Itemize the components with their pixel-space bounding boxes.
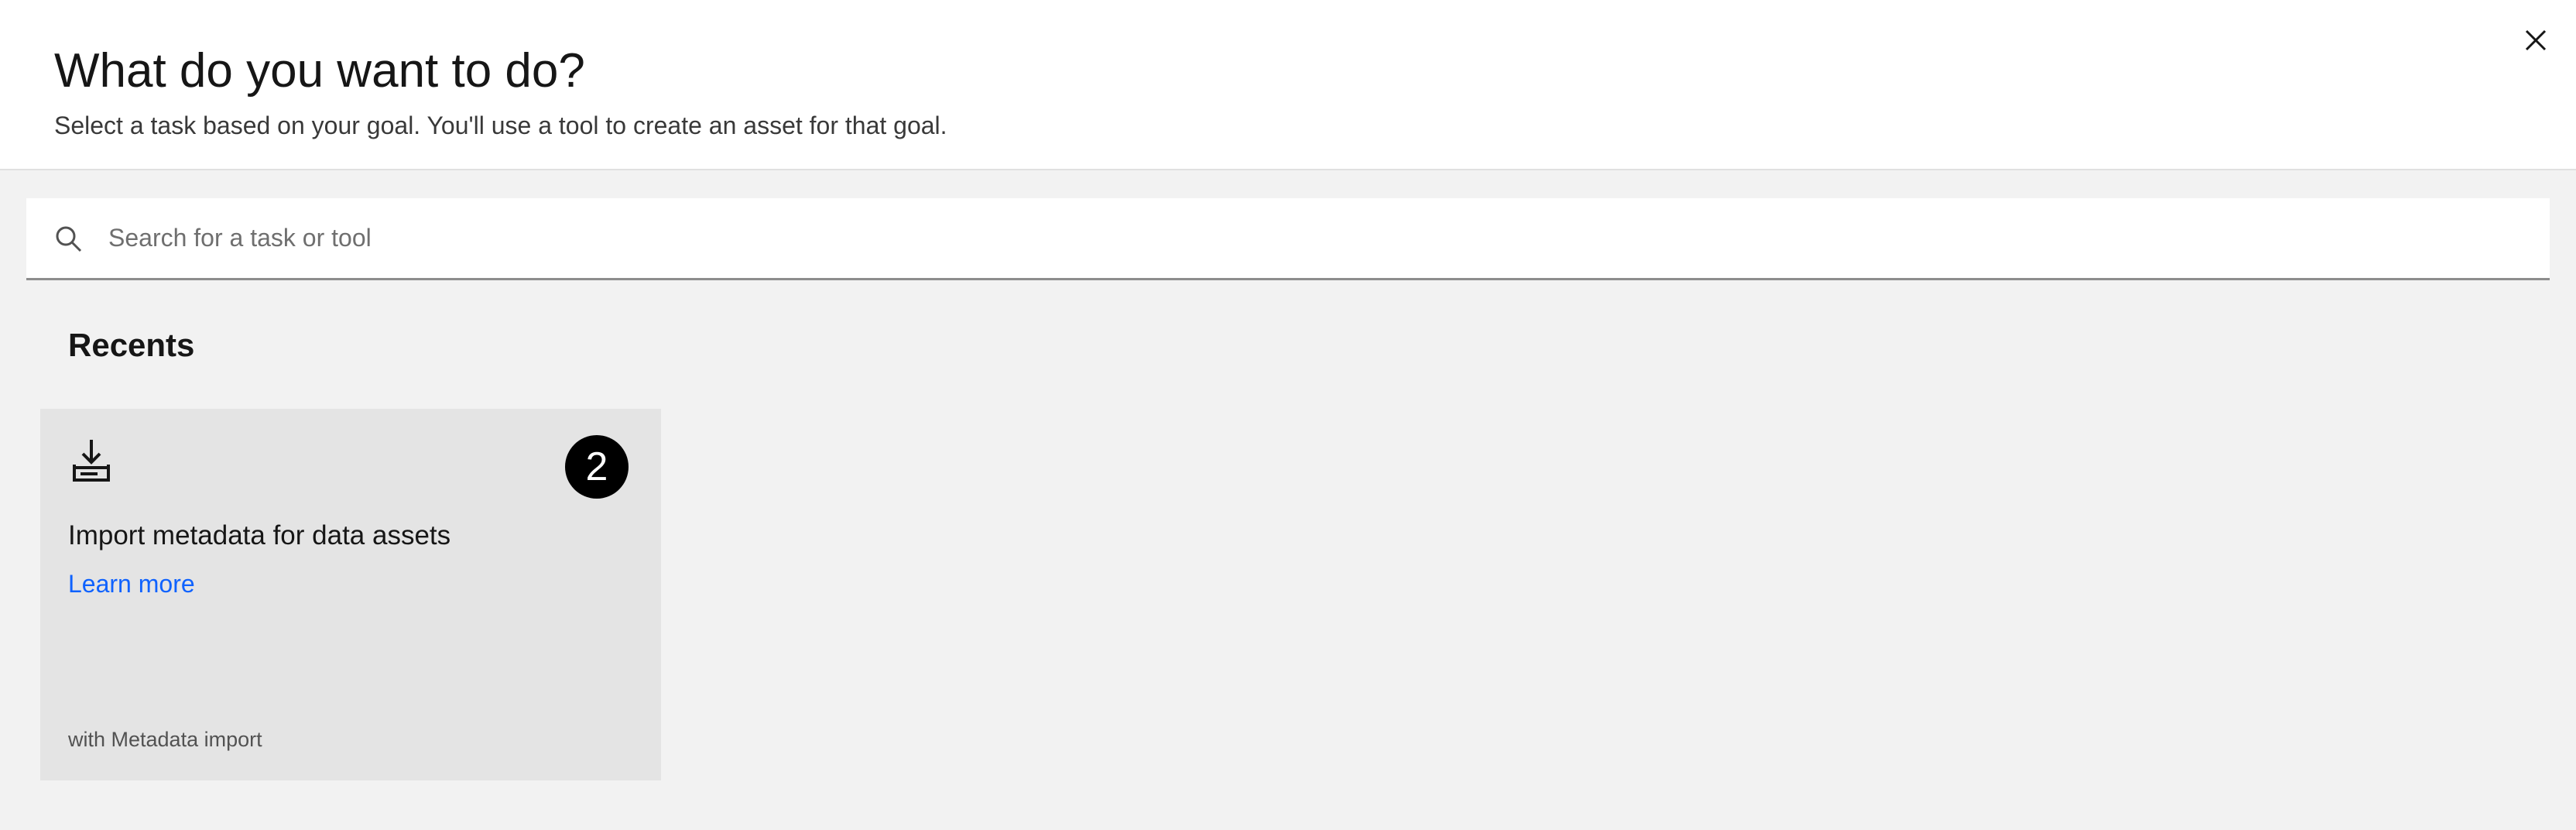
close-button[interactable]: [2517, 22, 2554, 59]
task-tile-import-metadata[interactable]: 2 Import metadata for data assets Learn …: [40, 409, 661, 780]
modal-header: What do you want to do? Select a task ba…: [0, 0, 2576, 170]
search-input[interactable]: [108, 198, 2531, 278]
download-icon: [73, 440, 110, 482]
page-title: What do you want to do?: [54, 44, 585, 98]
count-badge: 2: [565, 435, 629, 499]
close-icon: [2525, 29, 2547, 51]
search-bar: [26, 198, 2550, 280]
tile-title: Import metadata for data assets: [68, 520, 451, 550]
page-subtitle: Select a task based on your goal. You'll…: [54, 111, 947, 139]
tile-tool-label: with Metadata import: [68, 728, 262, 751]
learn-more-link[interactable]: Learn more: [68, 567, 195, 601]
search-icon: [56, 226, 82, 252]
recents-heading: Recents: [68, 327, 195, 363]
